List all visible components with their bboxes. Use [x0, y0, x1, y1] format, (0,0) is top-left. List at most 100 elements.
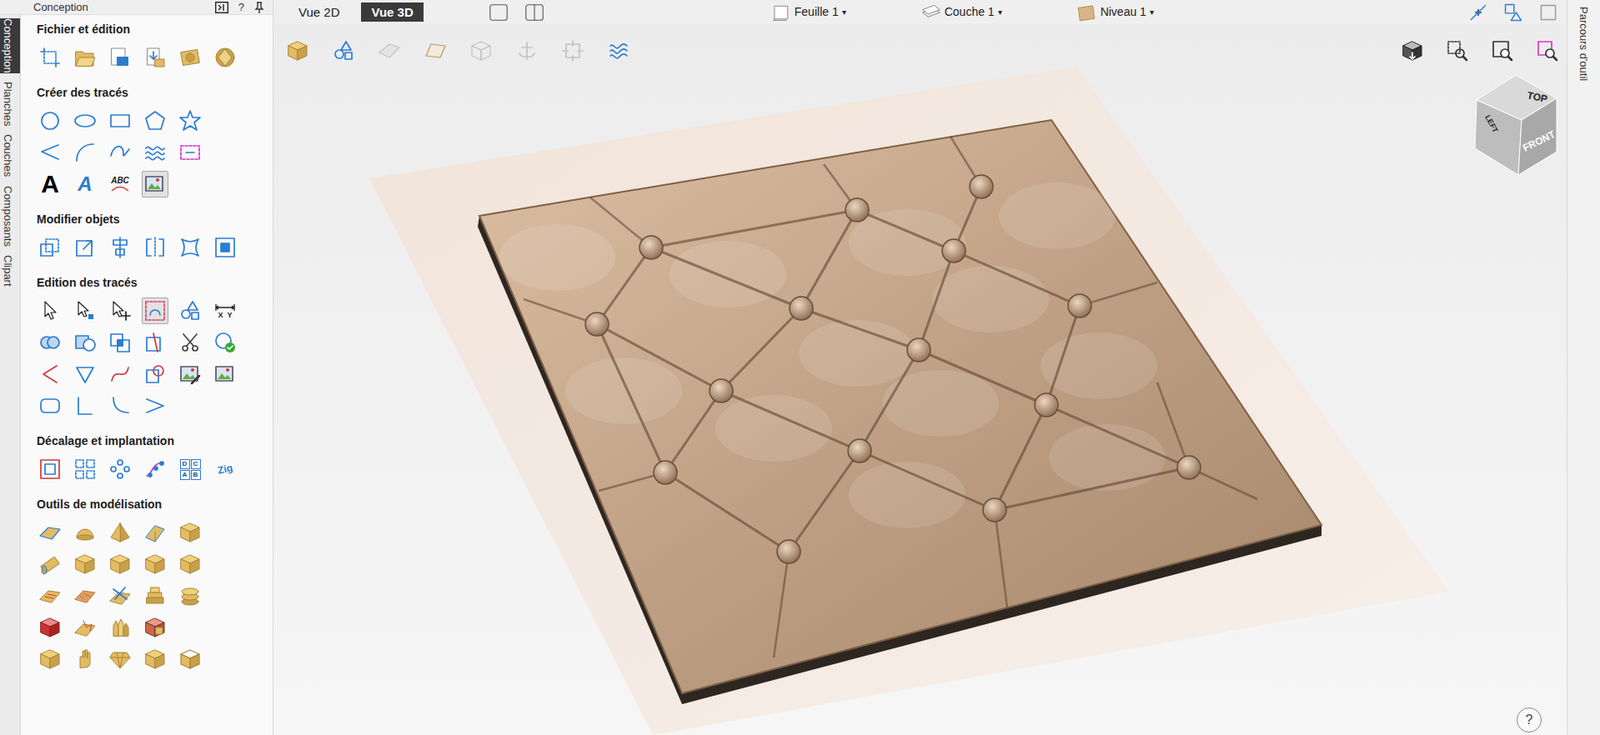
tool-button[interactable] — [36, 456, 64, 483]
tool-button[interactable] — [71, 582, 99, 610]
tool-button[interactable] — [36, 139, 64, 166]
tool-button[interactable] — [106, 614, 134, 642]
tool-button[interactable] — [36, 392, 64, 420]
tool-button[interactable] — [176, 107, 204, 135]
tool-button[interactable] — [176, 234, 204, 261]
tool-button[interactable] — [106, 361, 134, 388]
layout-button[interactable] — [522, 0, 547, 25]
zoom-button[interactable] — [1444, 38, 1470, 64]
view-tab[interactable]: Vue 3D — [361, 2, 423, 22]
pin-icon[interactable] — [254, 1, 265, 14]
tool-button[interactable] — [141, 329, 169, 357]
zoom-button[interactable] — [1534, 38, 1560, 64]
tool-button[interactable] — [106, 646, 134, 673]
tool-button[interactable] — [71, 297, 99, 325]
tool-button[interactable] — [141, 614, 169, 642]
tool-button[interactable] — [141, 297, 169, 325]
tool-button[interactable] — [176, 582, 204, 610]
help-button[interactable]: ? — [1516, 707, 1542, 733]
relief-model[interactable] — [273, 24, 1567, 735]
tool-button[interactable] — [106, 234, 134, 261]
tool-button[interactable] — [71, 519, 99, 547]
view-tool-button[interactable] — [514, 38, 540, 64]
view-tool-button[interactable] — [376, 38, 402, 64]
toolpath-tab[interactable]: Parcours d'outil — [1574, 3, 1593, 85]
tool-button[interactable] — [141, 456, 169, 483]
tool-button[interactable] — [106, 456, 134, 483]
tool-button[interactable] — [141, 107, 169, 135]
tool-button[interactable] — [71, 234, 99, 261]
view-cube[interactable]: TOPLEFTFRONT — [1469, 71, 1562, 179]
tool-button[interactable] — [106, 392, 134, 420]
tool-button[interactable] — [71, 139, 99, 166]
tool-button[interactable] — [176, 329, 204, 357]
tool-button[interactable] — [176, 139, 204, 166]
side-tab[interactable]: Clipart — [0, 255, 21, 287]
tool-button[interactable] — [106, 297, 134, 325]
tool-button[interactable] — [141, 361, 169, 388]
tool-button[interactable] — [106, 44, 134, 71]
layout-button[interactable] — [486, 0, 511, 25]
tool-button[interactable]: DCAB — [176, 456, 204, 483]
tool-button[interactable] — [36, 614, 64, 642]
tool-button[interactable]: ABC — [106, 170, 134, 198]
tool-button[interactable] — [36, 44, 64, 71]
level-dropdown[interactable]: Feuille 1▾ — [771, 2, 847, 23]
tool-button[interactable] — [141, 170, 169, 198]
tool-button[interactable] — [176, 519, 204, 547]
tool-button[interactable] — [71, 44, 99, 71]
tool-button[interactable] — [176, 44, 204, 71]
side-tab[interactable]: Composants — [0, 185, 21, 247]
tool-button[interactable] — [36, 329, 64, 357]
tool-button[interactable] — [71, 392, 99, 420]
tool-button[interactable] — [71, 107, 99, 135]
tool-button[interactable] — [71, 456, 99, 483]
tool-button[interactable] — [71, 551, 99, 578]
tool-button[interactable] — [71, 361, 99, 388]
tool-button[interactable] — [211, 44, 239, 71]
tool-button[interactable] — [36, 519, 64, 547]
tool-button[interactable] — [36, 646, 64, 673]
tool-button[interactable] — [106, 551, 134, 578]
tool-button[interactable] — [141, 646, 169, 673]
snap-button[interactable] — [1501, 0, 1525, 25]
tool-button[interactable] — [36, 551, 64, 578]
tool-button[interactable] — [106, 582, 134, 610]
level-dropdown[interactable]: Niveau 1▾ — [1077, 2, 1154, 23]
zoom-button[interactable] — [1489, 38, 1515, 64]
view-tool-button[interactable] — [468, 38, 494, 64]
tool-button[interactable] — [176, 297, 204, 325]
view-tool-button[interactable] — [560, 38, 586, 64]
tool-button[interactable]: X Y — [211, 297, 239, 325]
view-tool-button[interactable] — [606, 38, 632, 64]
tool-button[interactable] — [71, 329, 99, 357]
tool-button[interactable] — [211, 329, 239, 357]
tool-button[interactable] — [71, 646, 99, 673]
tool-button[interactable]: A — [36, 170, 64, 198]
tool-button[interactable] — [176, 361, 204, 388]
tool-button[interactable] — [141, 234, 169, 261]
tool-button[interactable] — [211, 361, 239, 388]
tool-button[interactable] — [36, 361, 64, 388]
tool-button[interactable] — [106, 139, 134, 166]
tool-button[interactable] — [106, 329, 134, 357]
view-tool-button[interactable] — [285, 38, 311, 64]
tool-button[interactable] — [106, 519, 134, 547]
side-tab[interactable]: Planches — [0, 81, 21, 126]
tool-button[interactable] — [141, 44, 169, 71]
side-tab[interactable]: Couches — [0, 134, 21, 177]
tool-button[interactable] — [176, 646, 204, 673]
tool-button[interactable] — [141, 519, 169, 547]
tool-button[interactable] — [211, 234, 239, 261]
3d-canvas[interactable]: TOPLEFTFRONT? — [273, 24, 1567, 735]
help-link[interactable]: ? — [238, 1, 245, 13]
tool-button[interactable] — [141, 551, 169, 578]
tool-button[interactable]: A — [71, 170, 99, 198]
tool-button[interactable] — [106, 107, 134, 135]
view-tool-button[interactable] — [331, 38, 357, 64]
tool-button[interactable] — [36, 107, 64, 135]
tool-button[interactable] — [141, 582, 169, 610]
tool-button[interactable] — [141, 139, 169, 166]
side-tab[interactable]: Conception — [0, 18, 21, 74]
view-tool-button[interactable] — [422, 38, 448, 64]
